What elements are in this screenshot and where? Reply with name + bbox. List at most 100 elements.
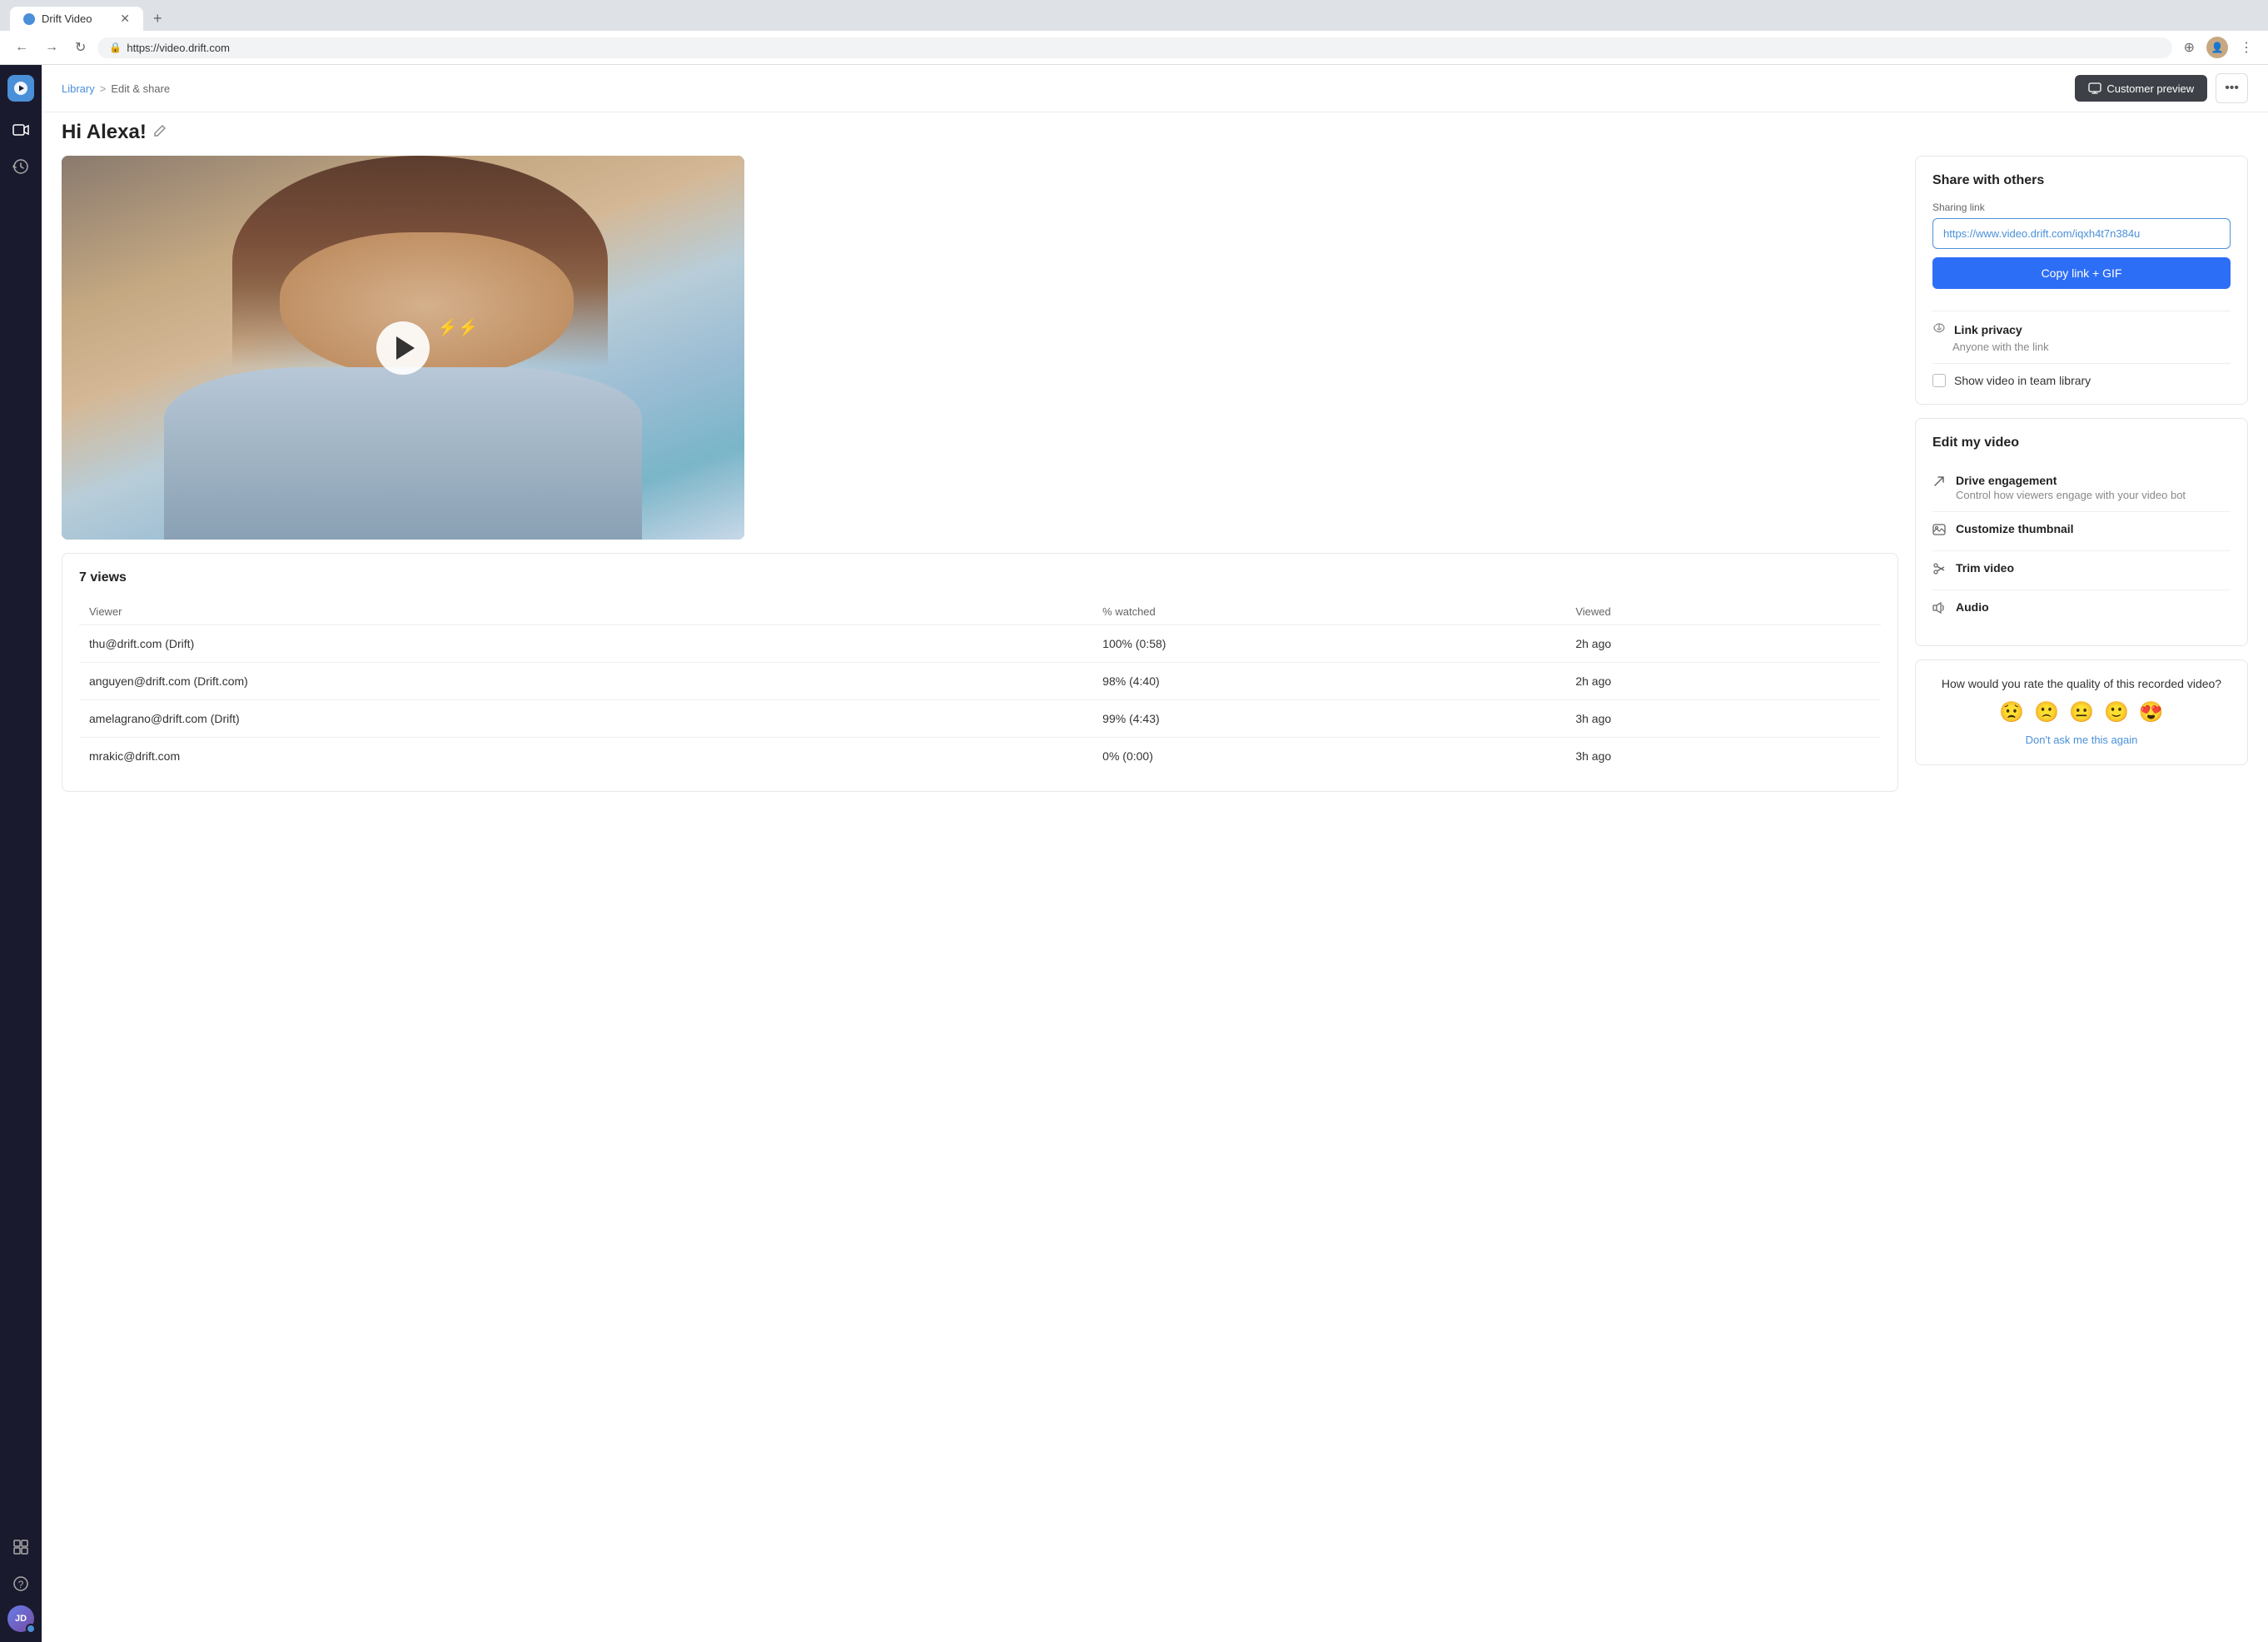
edit-item-drive-engagement[interactable]: Drive engagement Control how viewers eng… xyxy=(1932,464,2231,512)
rating-dismiss-link[interactable]: Don't ask me this again xyxy=(2026,734,2138,746)
forward-button[interactable]: → xyxy=(40,37,63,58)
customer-preview-button[interactable]: Customer preview xyxy=(2075,75,2207,102)
rating-card: How would you rate the quality of this r… xyxy=(1915,659,2248,765)
rating-emoji-1[interactable]: 😟 xyxy=(1999,700,2024,724)
edit-item-content: Drive engagement Control how viewers eng… xyxy=(1956,474,2231,501)
edit-item-content: Customize thumbnail xyxy=(1956,522,2231,535)
cell-watched: 99% (4:43) xyxy=(1092,700,1565,738)
url-text: https://video.drift.com xyxy=(127,42,230,54)
share-title: Share with others xyxy=(1932,173,2231,188)
edit-item-title: Trim video xyxy=(1956,561,2231,575)
table-row: mrakic@drift.com0% (0:00)3h ago xyxy=(79,738,1881,775)
refresh-button[interactable]: ↻ xyxy=(70,36,91,59)
tab-bar: Drift Video ✕ + xyxy=(10,7,2258,31)
edit-item-icon xyxy=(1932,601,1946,619)
cell-viewed: 2h ago xyxy=(1565,663,1881,700)
sidebar-avatar[interactable]: JD xyxy=(7,1605,34,1632)
rating-emoji-4[interactable]: 🙂 xyxy=(2104,700,2129,724)
breadcrumb-current: Edit & share xyxy=(111,82,170,95)
new-tab-button[interactable]: + xyxy=(147,7,169,31)
edit-items-container: Drive engagement Control how viewers eng… xyxy=(1932,464,2231,629)
play-icon xyxy=(396,336,415,360)
cell-viewed: 3h ago xyxy=(1565,738,1881,775)
views-count: 7 views xyxy=(79,570,1881,585)
edit-item-icon xyxy=(1932,523,1946,540)
views-card: 7 views Viewer % watched Viewed thu@drif… xyxy=(62,553,1898,792)
team-library-label: Show video in team library xyxy=(1954,374,2091,387)
link-privacy-row: Link privacy xyxy=(1932,321,2231,337)
sidebar-item-history[interactable] xyxy=(6,152,36,182)
cell-viewer: mrakic@drift.com xyxy=(79,738,1092,775)
tab-title: Drift Video xyxy=(42,12,92,25)
edit-item-title: Drive engagement xyxy=(1956,474,2231,487)
edit-item-icon xyxy=(1932,562,1946,580)
more-options-button[interactable]: ••• xyxy=(2216,73,2248,103)
breadcrumb: Library > Edit & share xyxy=(62,82,170,95)
link-privacy-title: Link privacy xyxy=(1954,323,2022,336)
top-bar-actions: Customer preview ••• xyxy=(2075,73,2248,103)
edit-item-content: Trim video xyxy=(1956,561,2231,575)
breadcrumb-library[interactable]: Library xyxy=(62,82,95,95)
cell-viewer: anguyen@drift.com (Drift.com) xyxy=(79,663,1092,700)
top-bar: Library > Edit & share Customer preview … xyxy=(42,65,2268,112)
edit-title: Edit my video xyxy=(1932,435,2231,450)
col-viewed: Viewed xyxy=(1565,599,1881,625)
edit-item-trim-video[interactable]: Trim video xyxy=(1932,551,2231,590)
back-button[interactable]: ← xyxy=(10,37,33,58)
sidebar-item-help[interactable]: ? xyxy=(6,1569,36,1599)
table-row: anguyen@drift.com (Drift.com)98% (4:40)2… xyxy=(79,663,1881,700)
sidebar: ? JD xyxy=(0,65,42,1642)
cell-viewed: 3h ago xyxy=(1565,700,1881,738)
rating-emoji-5[interactable]: 😍 xyxy=(2139,700,2164,724)
rating-question: How would you rate the quality of this r… xyxy=(1932,677,2231,690)
menu-button[interactable]: ⋮ xyxy=(2235,36,2258,59)
main-content: Library > Edit & share Customer preview … xyxy=(42,65,2268,1642)
avatar-badge xyxy=(26,1624,36,1634)
title-edit-icon[interactable] xyxy=(153,124,167,142)
team-library-checkbox[interactable] xyxy=(1932,374,1946,387)
rating-emoji-3[interactable]: 😐 xyxy=(2069,700,2094,724)
col-watched: % watched xyxy=(1092,599,1565,625)
url-bar[interactable]: 🔒 https://video.drift.com xyxy=(97,37,2171,58)
sidebar-logo xyxy=(7,75,34,102)
link-privacy-sub: Anyone with the link xyxy=(1952,341,2231,353)
link-icon xyxy=(1932,321,1946,337)
divider-2 xyxy=(1932,363,2231,364)
lock-icon: 🔒 xyxy=(109,42,122,53)
address-bar-right: ⊕ 👤 ⋮ xyxy=(2179,36,2258,59)
cell-watched: 98% (4:40) xyxy=(1092,663,1565,700)
rating-emoji-2[interactable]: 🙁 xyxy=(2034,700,2059,724)
sharing-link-label: Sharing link xyxy=(1932,202,2231,213)
sharing-link-input[interactable] xyxy=(1932,218,2231,249)
browser-chrome: Drift Video ✕ + ← → ↻ 🔒 https://video.dr… xyxy=(0,0,2268,65)
profile-avatar[interactable]: 👤 xyxy=(2206,37,2228,58)
play-button[interactable] xyxy=(376,321,430,375)
table-row: thu@drift.com (Drift)100% (0:58)2h ago xyxy=(79,625,1881,663)
rating-emojis: 😟 🙁 😐 🙂 😍 xyxy=(1932,700,2231,724)
edit-item-audio[interactable]: Audio xyxy=(1932,590,2231,629)
tab-favicon xyxy=(23,13,35,25)
avatar-initials: JD xyxy=(15,1614,27,1624)
svg-text:?: ? xyxy=(18,1579,24,1590)
cell-viewer: thu@drift.com (Drift) xyxy=(79,625,1092,663)
sidebar-item-grid[interactable] xyxy=(6,1532,36,1562)
col-viewer: Viewer xyxy=(79,599,1092,625)
video-player[interactable]: ⚡⚡ xyxy=(62,156,744,540)
sidebar-item-video[interactable] xyxy=(6,115,36,145)
tab-close-button[interactable]: ✕ xyxy=(120,12,130,26)
views-table: Viewer % watched Viewed thu@drift.com (D… xyxy=(79,599,1881,774)
edit-item-content: Audio xyxy=(1956,600,2231,614)
edit-item-icon xyxy=(1932,475,1946,492)
edit-item-customize-thumbnail[interactable]: Customize thumbnail xyxy=(1932,512,2231,551)
edit-item-title: Customize thumbnail xyxy=(1956,522,2231,535)
edit-item-subtitle: Control how viewers engage with your vid… xyxy=(1956,489,2231,501)
video-background: ⚡⚡ xyxy=(62,156,744,540)
copy-link-button[interactable]: Copy link + GIF xyxy=(1932,257,2231,289)
breadcrumb-separator: > xyxy=(100,82,107,95)
edit-card: Edit my video Drive engagement Control h… xyxy=(1915,418,2248,646)
active-tab[interactable]: Drift Video ✕ xyxy=(10,7,143,31)
app-container: ? JD Library > Edit & share xyxy=(0,65,2268,1642)
cell-viewed: 2h ago xyxy=(1565,625,1881,663)
table-row: amelagrano@drift.com (Drift)99% (4:43)3h… xyxy=(79,700,1881,738)
extensions-button[interactable]: ⊕ xyxy=(2179,36,2200,59)
